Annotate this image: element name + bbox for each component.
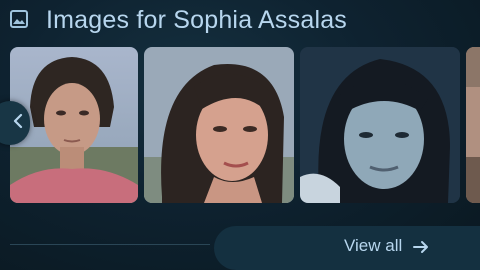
image-thumbnail-2[interactable] bbox=[144, 47, 294, 203]
image-carousel bbox=[0, 47, 480, 203]
chevron-left-icon bbox=[13, 113, 30, 134]
image-thumbnail-4[interactable] bbox=[466, 47, 480, 203]
view-all-button[interactable]: View all bbox=[214, 226, 480, 270]
section-divider bbox=[10, 244, 210, 245]
arrow-right-icon bbox=[412, 238, 430, 261]
images-panel: Images for Sophia Assalas View all bbox=[0, 0, 480, 270]
view-all-label: View all bbox=[344, 236, 403, 255]
image-thumbnail-3[interactable] bbox=[300, 47, 460, 203]
images-header: Images for Sophia Assalas bbox=[0, 0, 480, 44]
images-title: Images for Sophia Assalas bbox=[46, 6, 347, 34]
image-icon bbox=[10, 10, 28, 28]
